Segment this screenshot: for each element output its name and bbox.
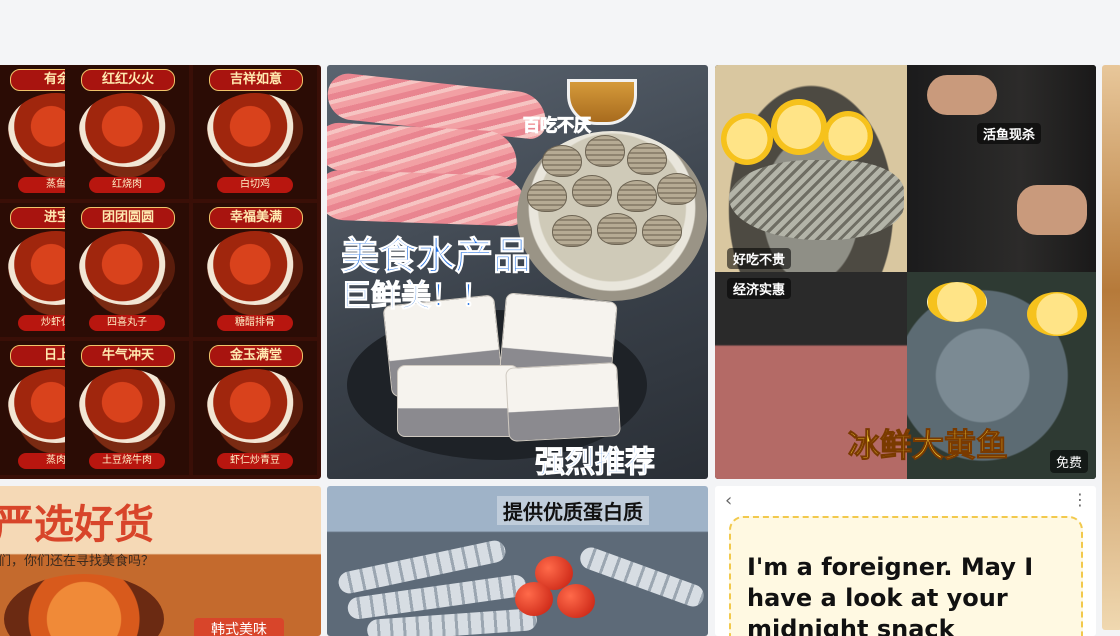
- dish-image: [207, 369, 303, 443]
- fish-photo-2: [907, 65, 1096, 272]
- more-options-icon[interactable]: ⋮: [1072, 490, 1088, 509]
- dish-label: 土豆烧牛肉: [89, 453, 165, 469]
- clam-image: [657, 173, 697, 205]
- tag-value: 经济实惠: [727, 278, 792, 299]
- clam-image: [617, 180, 657, 212]
- clam-image: [627, 143, 667, 175]
- shrimp-image: [577, 544, 707, 610]
- lemon-slice-image: [771, 99, 827, 155]
- dish-cell: 金玉满堂 虾仁炒青豆: [193, 341, 317, 475]
- card-subtitle: 们，你们还在寻找美食吗？: [0, 554, 155, 569]
- hand-image: [1017, 185, 1087, 235]
- card-title: 严选好货: [0, 502, 154, 548]
- lemon-slice-image: [927, 282, 987, 322]
- fish-fillet-image: [327, 169, 528, 227]
- fish-cube-image: [397, 365, 519, 437]
- card-seafood-products[interactable]: 百吃不厌 美食水产品 巨鲜美！！ 强烈推荐: [327, 65, 708, 479]
- back-icon[interactable]: ‹: [725, 490, 732, 511]
- dish-title: 牛气冲天: [81, 345, 175, 367]
- dish-label: 四喜丸子: [89, 315, 165, 331]
- fish-image: [729, 160, 904, 240]
- card-partial-right[interactable]: [1102, 65, 1120, 630]
- dish-title: 金玉满堂: [209, 345, 303, 367]
- dish-cell: 团团圆圆 四喜丸子: [65, 203, 189, 337]
- lemon-slice-image: [823, 111, 873, 161]
- food-pot-image: [4, 574, 164, 636]
- dish-label: 糖醋排骨: [217, 315, 293, 331]
- card-title: 提供优质蛋白质: [497, 496, 649, 525]
- tag-top: 百吃不厌: [523, 116, 592, 137]
- card-yellow-croaker[interactable]: 活鱼现杀 好吃不贵 经济实惠 冰鲜大黄鱼 免费: [715, 65, 1096, 479]
- clam-image: [642, 215, 682, 247]
- tomato-image: [557, 584, 595, 618]
- dish-cell: 牛气冲天 土豆烧牛肉: [65, 341, 189, 475]
- dish-cell: 幸福美满 糖醋排骨: [193, 203, 317, 337]
- clam-image: [527, 180, 567, 212]
- free-badge: 免费: [1049, 450, 1088, 473]
- clam-image: [585, 135, 625, 167]
- tag-tasty: 好吃不贵: [727, 248, 792, 269]
- banner-title: 冰鲜大黄鱼: [847, 426, 1009, 465]
- dish-cell: 红红火火 红烧肉: [65, 65, 189, 199]
- top-bar: [0, 0, 1120, 64]
- dish-image: [79, 231, 175, 305]
- fish-cube-image: [505, 362, 621, 442]
- dish-label: 虾仁炒青豆: [217, 453, 293, 469]
- dish-image: [79, 369, 175, 443]
- subline: 巨鲜美！！: [341, 279, 492, 315]
- clam-image: [542, 145, 582, 177]
- dish-title: 幸福美满: [209, 207, 303, 229]
- lemon-slice-image: [1027, 292, 1087, 336]
- clam-image: [572, 175, 612, 207]
- card-protein-shrimp[interactable]: 提供优质蛋白质: [327, 486, 708, 636]
- card-dish-grid[interactable]: 有余 蒸鱼 红红火火 红烧肉 吉祥如意 白切鸡 进宝 炒虾仁 团团圆圆 四喜丸子…: [0, 65, 321, 479]
- card-selected-goods[interactable]: 严选好货 们，你们还在寻找美食吗？ 韩式美味: [0, 486, 321, 636]
- bottom-tag: 强烈推荐: [535, 445, 656, 480]
- card-tag: 韩式美味: [194, 618, 284, 636]
- clam-image: [597, 213, 637, 245]
- tag-live-fish: 活鱼现杀: [977, 123, 1042, 144]
- dish-label: 白切鸡: [217, 177, 293, 193]
- tomato-image: [515, 582, 553, 616]
- clam-image: [552, 215, 592, 247]
- dish-image: [207, 93, 303, 167]
- dish-title: 红红火火: [81, 69, 175, 91]
- dish-cell: 吉祥如意 白切鸡: [193, 65, 317, 199]
- dish-title: 吉祥如意: [209, 69, 303, 91]
- lemon-slice-image: [721, 113, 773, 165]
- dish-image: [207, 231, 303, 305]
- dish-label: 红烧肉: [89, 177, 165, 193]
- card-text: I'm a foreigner. May I have a look at yo…: [747, 553, 1034, 636]
- dish-image: [79, 93, 175, 167]
- fish-photo-1: [715, 65, 907, 272]
- dish-title: 团团圆圆: [81, 207, 175, 229]
- card-midnight-snack[interactable]: ‹ ⋮ I'm a foreigner. May I have a look a…: [715, 486, 1096, 636]
- hand-image: [927, 75, 997, 115]
